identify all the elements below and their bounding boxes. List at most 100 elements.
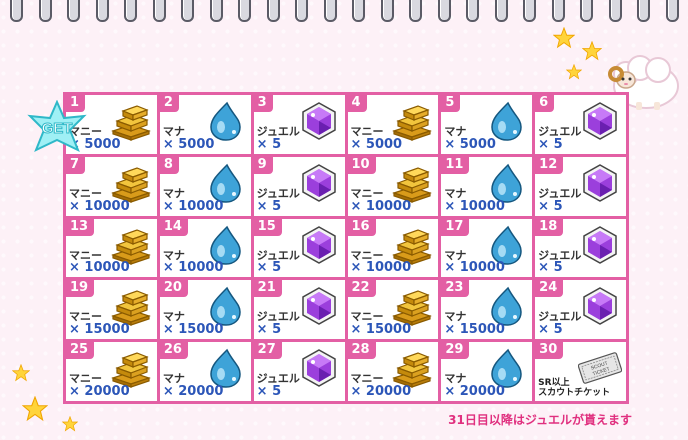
binder-ring — [323, 0, 337, 22]
binder-ring — [209, 0, 223, 22]
day-number: 14 — [159, 218, 188, 236]
reward-name: SR以上 スカウトチケット — [538, 377, 611, 398]
day-cell-17: 17 マナ × 10000 — [441, 218, 533, 278]
day-cell-14: 14 マナ × 10000 — [159, 218, 251, 278]
reward-quantity: × 5 — [256, 198, 282, 214]
binder-ring — [124, 0, 137, 22]
reward-quantity: × 10000 — [69, 198, 130, 214]
binder-ring — [352, 0, 365, 22]
star-icon — [553, 27, 575, 49]
day-number: 19 — [66, 280, 95, 298]
day-number: 30 — [535, 342, 564, 360]
reward-quantity: × 20000 — [162, 383, 224, 399]
day-number: 27 — [253, 342, 282, 360]
day-number: 20 — [159, 280, 188, 298]
get-badge-label: GET — [42, 120, 73, 137]
star-icon — [62, 416, 78, 432]
binder-ring — [608, 0, 622, 22]
day-cell-11: 11 マナ × 10000 — [441, 156, 533, 216]
day-number: 8 — [159, 156, 179, 174]
binder-ring — [181, 0, 194, 22]
day-number: 5 — [441, 95, 461, 112]
day-cell-6: 6 ジュエル × 5 — [535, 95, 626, 154]
reward-quantity: × 10000 — [350, 198, 412, 214]
day-number: 6 — [535, 95, 555, 112]
reward-quantity: × 10000 — [162, 198, 224, 214]
binder-ring — [295, 0, 308, 22]
day-cell-26: 26 マナ × 20000 — [159, 342, 251, 401]
reward-quantity: × 5 — [256, 322, 282, 338]
binder-ring — [494, 0, 508, 22]
reward-quantity: × 10000 — [444, 198, 505, 214]
binder-ring — [152, 0, 166, 22]
reward-quantity: × 10000 — [69, 260, 130, 276]
binder-ring — [665, 0, 679, 22]
reward-quantity: × 5000 — [350, 136, 403, 152]
day-number: 13 — [66, 218, 95, 236]
day-number: 21 — [253, 280, 282, 298]
star-icon — [582, 41, 602, 61]
day-cell-13: 13 マニー × 10000 — [66, 218, 157, 278]
day-number: 28 — [347, 342, 376, 360]
reward-quantity: × 10000 — [444, 260, 505, 276]
day-cell-12: 12 ジュエル × 5 — [535, 156, 626, 216]
day-cell-22: 22 マニー × 15000 — [347, 280, 439, 340]
day-cell-4: 4 マニー × 5000 — [347, 95, 439, 154]
reward-quantity: × 15000 — [162, 322, 224, 338]
binder-ring — [409, 0, 422, 22]
reward-quantity: × 5 — [538, 322, 563, 338]
day-cell-24: 24 ジュエル × 5 — [535, 280, 626, 340]
footer-note: 31日目以降はジュエルが貰えます — [448, 413, 632, 427]
binder-ring — [10, 0, 23, 22]
day-cell-30: 30 SCOUT TICKET SR以上 スカウトチケット — [535, 342, 626, 401]
day-cell-15: 15 ジュエル × 5 — [253, 218, 345, 278]
notebook-rings — [0, 0, 688, 22]
binder-ring — [637, 0, 650, 22]
day-cell-2: 2 マナ × 5000 — [159, 95, 251, 154]
day-number: 4 — [347, 95, 367, 112]
day-cell-20: 20 マナ × 15000 — [159, 280, 251, 340]
day-number: 16 — [347, 218, 376, 236]
day-number: 17 — [441, 218, 470, 236]
binder-ring — [266, 0, 280, 22]
day-cell-10: 10 マニー × 10000 — [347, 156, 439, 216]
day-cell-25: 25 マニー × 20000 — [66, 342, 157, 401]
reward-quantity: × 5 — [256, 260, 282, 276]
day-cell-5: 5 マナ × 5000 — [441, 95, 533, 154]
reward-quantity: × 20000 — [69, 383, 130, 399]
day-number: 12 — [535, 156, 564, 174]
day-number: 7 — [66, 156, 86, 174]
day-cell-28: 28 マニー × 20000 — [347, 342, 439, 401]
reward-quantity: × 5000 — [162, 136, 215, 152]
binder-ring — [523, 0, 536, 22]
day-cell-7: 7 マニー × 10000 — [66, 156, 157, 216]
login-bonus-grid: 1 マニー × 5000 2 マナ × 5000 3 ジュエル × 54 マニー × — [63, 92, 629, 404]
day-number: 3 — [253, 95, 273, 112]
reward-quantity: × 15000 — [350, 322, 412, 338]
binder-ring — [67, 0, 80, 22]
day-number: 18 — [535, 218, 564, 236]
day-cell-9: 9 ジュエル × 5 — [253, 156, 345, 216]
reward-quantity: × 5 — [256, 383, 282, 399]
day-number: 26 — [159, 342, 188, 360]
reward-quantity: × 10000 — [162, 260, 224, 276]
binder-ring — [551, 0, 565, 22]
reward-quantity: × 15000 — [444, 322, 505, 338]
day-cell-19: 19 マニー × 15000 — [66, 280, 157, 340]
day-number: 9 — [253, 156, 273, 174]
binder-ring — [95, 0, 109, 22]
star-icon — [22, 396, 48, 422]
binder-ring — [380, 0, 394, 22]
star-icon — [566, 64, 582, 80]
day-number: 23 — [441, 280, 470, 298]
star-icon — [12, 364, 30, 382]
reward-quantity: × 5 — [256, 136, 282, 152]
reward-quantity: × 5 — [538, 198, 563, 214]
binder-ring — [238, 0, 251, 22]
reward-quantity: × 5 — [538, 136, 563, 152]
binder-ring — [580, 0, 593, 22]
day-cell-16: 16 マニー × 10000 — [347, 218, 439, 278]
reward-quantity: × 20000 — [350, 383, 412, 399]
day-cell-18: 18 ジュエル × 5 — [535, 218, 626, 278]
day-number: 2 — [159, 95, 179, 112]
